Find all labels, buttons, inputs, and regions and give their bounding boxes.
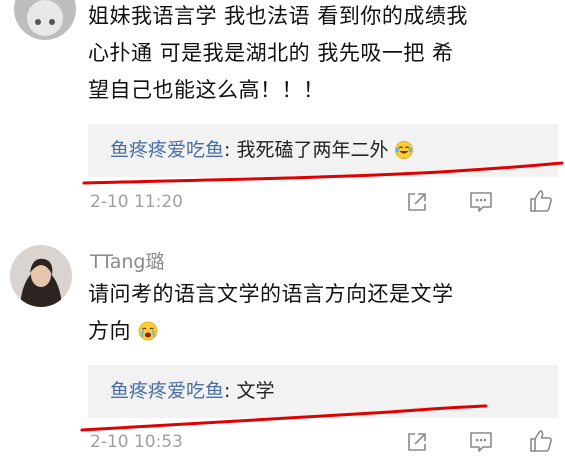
reply-text: 我死磕了两年二外 xyxy=(236,139,389,161)
comment-text: 姐妹我语言学 我也法语 看到你的成绩我 心扑通 可是我是湖北的 我先吸一把 希 … xyxy=(88,0,558,109)
comment-icon[interactable] xyxy=(468,190,494,214)
comment-line: 请问考的语言文学的语言方向还是文学 xyxy=(88,282,454,306)
comment-line: 心扑通 可是我是湖北的 我先吸一把 希 xyxy=(88,41,454,65)
share-icon[interactable] xyxy=(405,190,429,214)
avatar[interactable] xyxy=(14,0,76,40)
share-icon[interactable] xyxy=(405,430,429,454)
comment-line-with-emoji: 方向 xyxy=(88,313,558,353)
like-icon[interactable] xyxy=(528,428,554,454)
comment-icon[interactable] xyxy=(468,430,494,454)
comment-text: 请问考的语言文学的语言方向还是文学 方向 xyxy=(88,276,558,353)
comment-line: 望自己也能这么高！！！ xyxy=(88,78,325,102)
crying-face-emoji xyxy=(138,316,158,353)
comment-time: 2-10 11:20 xyxy=(90,192,183,212)
comment-line: 方向 xyxy=(88,319,131,343)
reply-box[interactable]: 鱼疼疼爱吃鱼: 我死磕了两年二外 xyxy=(88,124,558,177)
reply-colon: : xyxy=(224,139,231,161)
reply-author[interactable]: 鱼疼疼爱吃鱼 xyxy=(110,139,224,161)
reply-colon: : xyxy=(224,380,231,402)
laughing-tears-emoji xyxy=(394,139,413,167)
reply-text: 文学 xyxy=(236,380,275,402)
reply-author[interactable]: 鱼疼疼爱吃鱼 xyxy=(110,380,224,402)
like-icon[interactable] xyxy=(528,188,554,214)
reply-box[interactable]: 鱼疼疼爱吃鱼: 文学 xyxy=(88,365,558,418)
avatar[interactable] xyxy=(10,245,72,307)
comment-username[interactable]: TTang璐 xyxy=(90,247,164,274)
comment-time: 2-10 10:53 xyxy=(90,432,183,452)
comment-line: 姐妹我语言学 我也法语 看到你的成绩我 xyxy=(88,4,468,28)
